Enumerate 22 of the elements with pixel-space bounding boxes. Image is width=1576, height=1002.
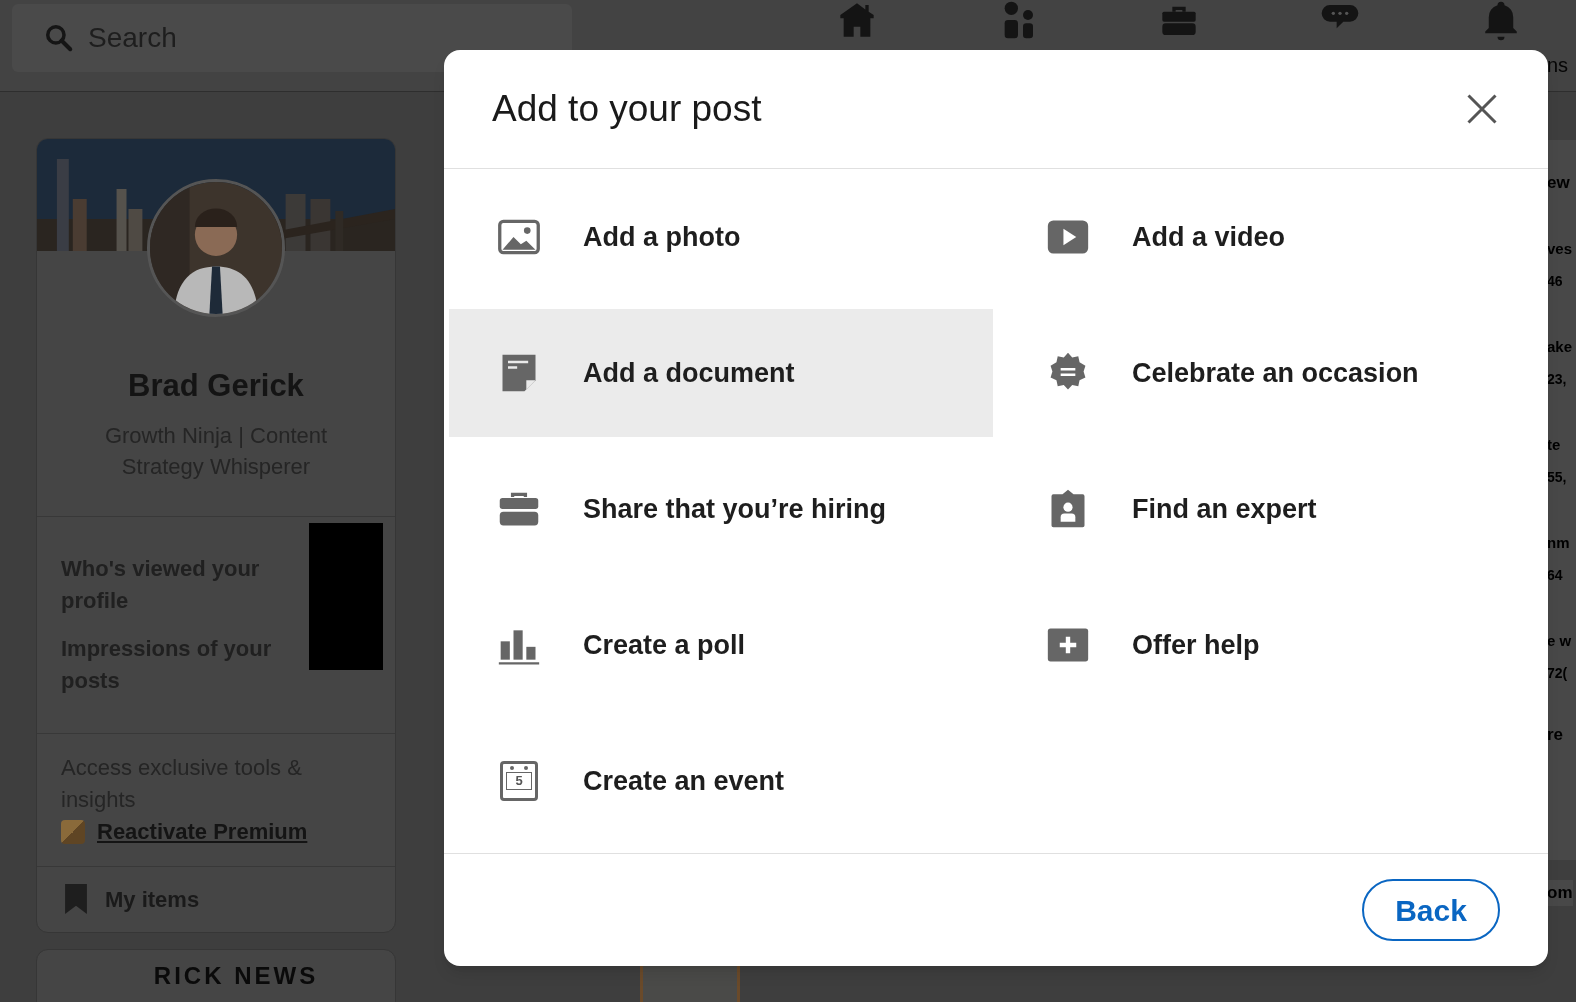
back-button[interactable]: Back — [1362, 879, 1500, 942]
news-heading: ew — [1547, 172, 1571, 194]
news-meta: 72( — [1547, 664, 1569, 683]
news-meta: 23, — [1547, 370, 1568, 389]
bookmark-icon — [65, 884, 87, 914]
newsletter-title: RICK NEWS — [153, 961, 319, 991]
news-title[interactable]: te — [1547, 434, 1576, 456]
menu-item[interactable]: Add a document — [449, 309, 993, 438]
news-title[interactable]: e w — [1547, 630, 1576, 652]
dialog-title: Add to your post — [492, 87, 762, 132]
news-meta: 64 — [1547, 566, 1564, 585]
news-meta: 55, — [1547, 468, 1568, 487]
calendar-icon: 5 — [500, 761, 538, 802]
premium-icon — [61, 819, 85, 844]
show-more-link[interactable]: re — [1547, 724, 1576, 746]
footer-text: om — [1547, 880, 1573, 906]
nav-label: ns — [1547, 53, 1569, 78]
news-meta: 46 — [1547, 272, 1564, 291]
search-icon — [44, 23, 74, 53]
news-title[interactable]: ake — [1547, 336, 1576, 358]
news-title[interactable]: ves — [1547, 238, 1576, 260]
news-title[interactable]: nm — [1547, 532, 1576, 554]
